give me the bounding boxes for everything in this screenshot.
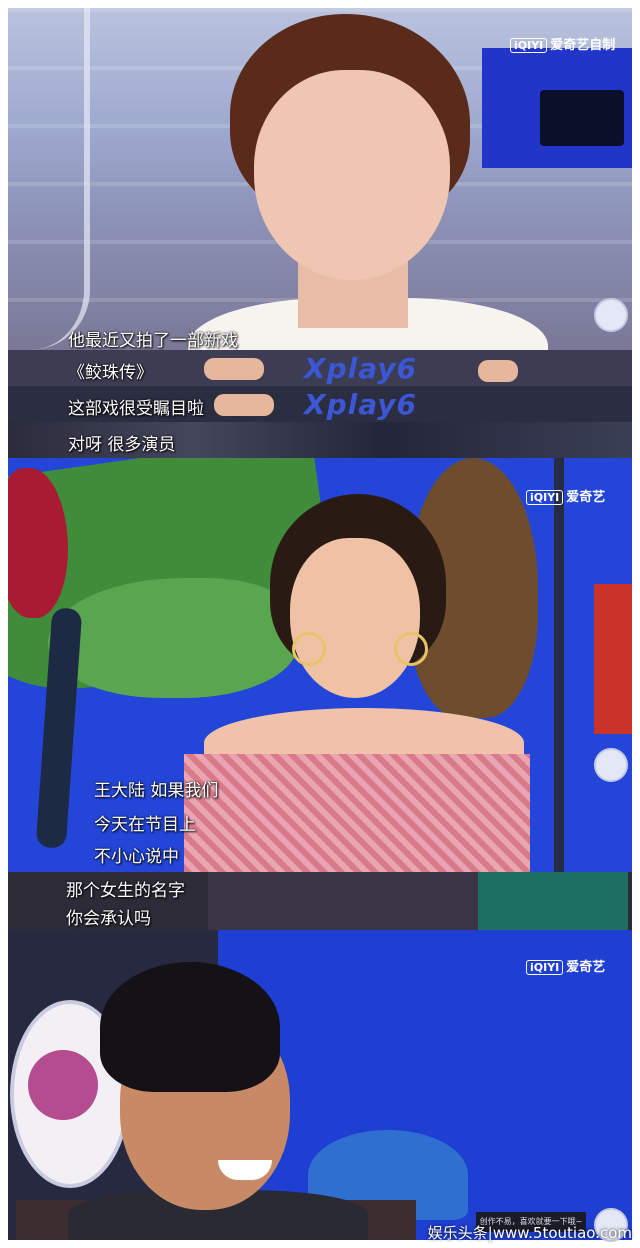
plate-painting (28, 1050, 98, 1120)
watermark-text: 爱奇艺自制 (550, 38, 616, 53)
subtitle-line: 王大陆 如果我们 (94, 781, 219, 801)
subtitle-line: 对呀 很多演员 (68, 435, 176, 455)
iqiyi-logo-icon: iQIYI (510, 38, 548, 53)
studio-prop (540, 90, 624, 146)
earring (394, 632, 428, 666)
subtitle-line: 那个女生的名字 (66, 881, 185, 901)
channel-badge-icon (594, 298, 628, 332)
iqiyi-logo-icon: iQIYI (526, 960, 564, 975)
iqiyi-watermark-2: iQIYI 爱奇艺 (526, 486, 605, 505)
strip-band (208, 872, 488, 930)
subtitle-line: 他最近又拍了一部新戏 (68, 331, 238, 350)
subtitle-line: 不小心说中 (94, 847, 179, 867)
video-frame-1: iQIYI 爱奇艺自制 他最近又拍了一部新戏 (8, 8, 632, 350)
xplay-logo: Xplay6 (304, 352, 417, 385)
guest-hair (100, 962, 280, 1092)
subtitle-line: 这部戏很受瞩目啦 (68, 399, 204, 419)
guest-hand (204, 358, 264, 380)
watermark-text: 爱奇艺 (566, 490, 606, 505)
xplay-logo: Xplay6 (304, 388, 417, 421)
subtitle-line: 今天在节目上 (94, 815, 196, 835)
iqiyi-logo-icon: iQIYI (526, 490, 564, 505)
iqiyi-watermark-3: iQIYI 爱奇艺 (526, 956, 605, 975)
strip-band (478, 872, 628, 930)
site-watermark: 娱乐头条|www.5toutiao.com (427, 1224, 632, 1242)
guest-hand (478, 360, 518, 382)
subtitle-line: 《鲛珠传》 (68, 363, 153, 383)
set-pole (554, 458, 564, 872)
watermark-text: 爱奇艺 (566, 960, 606, 975)
guest-hand (214, 394, 274, 416)
video-frame-2: iQIYI 爱奇艺 王大陆 如果我们 今天在节目上 不小心说中 (8, 458, 632, 872)
subtitle-strip-1: Xplay6 Xplay6 《鲛珠传》 这部戏很受瞩目啦 对呀 很多演员 (8, 350, 632, 458)
poster (594, 584, 632, 734)
guest-dress (184, 754, 530, 872)
channel-badge-icon (594, 748, 628, 782)
subtitle-strip-2: 那个女生的名字 你会承认吗 (8, 872, 632, 930)
earring (292, 632, 326, 666)
video-frame-3: iQIYI 爱奇艺 (8, 930, 632, 1240)
stair-railing (14, 8, 90, 350)
guest-face (254, 70, 450, 280)
guest-face (290, 538, 420, 698)
subtitle-line: 你会承认吗 (66, 909, 151, 929)
iqiyi-watermark-1: iQIYI 爱奇艺自制 (510, 34, 615, 53)
